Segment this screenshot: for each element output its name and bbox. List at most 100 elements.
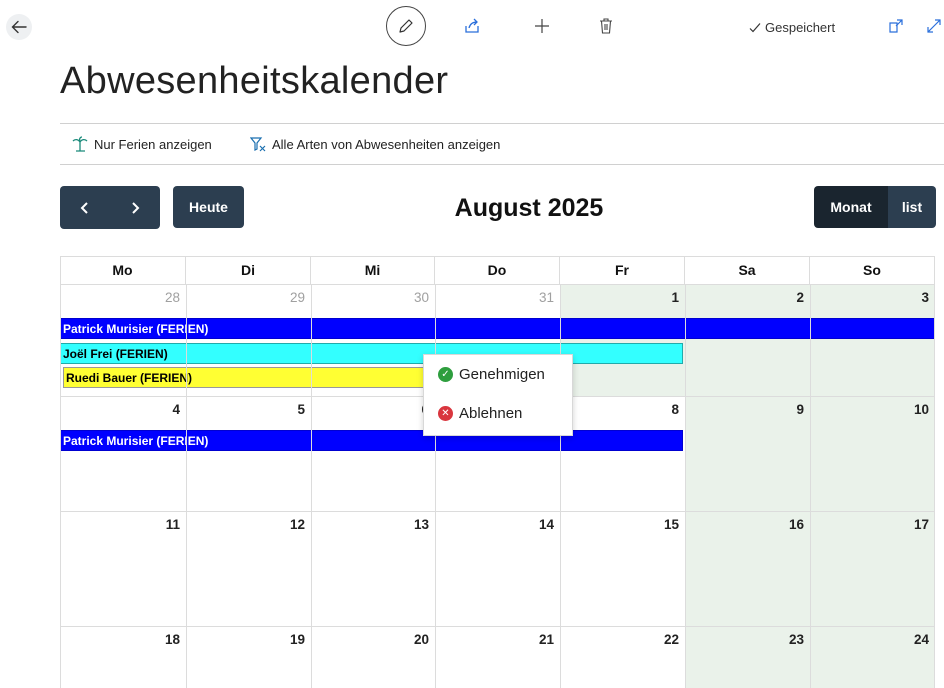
chevron-right-icon [132, 201, 140, 214]
day-cell[interactable]: 23 [685, 627, 810, 688]
day-cell[interactable]: 20 [311, 627, 435, 688]
day-number: 24 [913, 632, 929, 647]
reject-label: Ablehnen [459, 405, 523, 422]
weekday-header-mi: Mi [311, 256, 435, 284]
plus-icon [535, 19, 549, 33]
chevron-left-icon [80, 201, 88, 214]
day-number: 14 [538, 517, 554, 532]
day-cell[interactable]: 22 [560, 627, 685, 688]
day-cell-today[interactable]: 1 [560, 285, 685, 396]
day-number: 21 [538, 632, 554, 647]
day-cell[interactable]: 17 [810, 512, 935, 626]
weekday-header-fr: Fr [560, 256, 685, 284]
day-cell[interactable]: 15 [560, 512, 685, 626]
page-title: Abwesenheitskalender [60, 60, 449, 102]
day-cell[interactable]: 14 [435, 512, 560, 626]
day-number: 18 [164, 632, 180, 647]
day-cell[interactable]: 8 [560, 397, 685, 511]
saved-label: Gespeichert [765, 20, 836, 35]
day-cell[interactable]: 24 [810, 627, 935, 688]
weekday-header-sa: Sa [685, 256, 810, 284]
weekday-header-di: Di [186, 256, 311, 284]
day-cell[interactable]: 18 [60, 627, 186, 688]
list-view-button[interactable]: list [888, 186, 936, 228]
day-number: 29 [289, 290, 305, 305]
day-number: 13 [413, 517, 429, 532]
day-number: 2 [796, 290, 804, 305]
day-number: 3 [921, 290, 929, 305]
day-cell[interactable]: 2 [685, 285, 810, 396]
approve-menu-item[interactable]: ✓ Genehmigen [438, 366, 545, 383]
trash-icon [600, 18, 612, 34]
day-cell[interactable]: 5 [186, 397, 311, 511]
event-bar[interactable]: Patrick Murisier (FERIEN) [60, 430, 683, 451]
day-number: 31 [538, 290, 554, 305]
day-number: 9 [796, 402, 804, 417]
day-number: 1 [671, 290, 679, 305]
only-holidays-label: Nur Ferien anzeigen [94, 136, 212, 152]
saved-status: Gespeichert [748, 20, 835, 35]
day-cell[interactable]: 21 [435, 627, 560, 688]
reject-menu-item[interactable]: ✕ Ablehnen [438, 405, 522, 422]
week-row-3: 11 12 13 14 15 16 17 [60, 512, 935, 626]
day-cell[interactable]: 9 [685, 397, 810, 511]
calendar-title: August 2025 [454, 194, 604, 222]
weekday-header-so: So [810, 256, 935, 284]
pencil-icon [399, 19, 413, 33]
week-row-4: 18 19 20 21 22 23 24 [60, 627, 935, 688]
month-view-button[interactable]: Monat [814, 186, 888, 228]
arrow-left-icon [11, 20, 27, 34]
day-number: 16 [788, 517, 804, 532]
event-bar[interactable]: Ruedi Bauer (FERIEN) [63, 367, 435, 388]
day-number: 23 [788, 632, 804, 647]
all-absence-types-label: Alle Arten von Abwesenheiten anzeigen [272, 136, 501, 152]
day-number: 10 [913, 402, 929, 417]
share-icon [465, 18, 479, 33]
day-cell[interactable]: 13 [311, 512, 435, 626]
expand-button[interactable] [922, 14, 944, 38]
day-number: 15 [663, 517, 679, 532]
expand-icon [927, 19, 941, 33]
share-button[interactable] [460, 14, 484, 38]
day-number: 8 [671, 402, 679, 417]
day-cell[interactable]: 4 [60, 397, 186, 511]
day-number: 5 [297, 402, 305, 417]
approve-label: Genehmigen [459, 366, 545, 383]
clear-filter-icon [250, 137, 266, 152]
day-number: 11 [165, 517, 180, 532]
day-cell[interactable]: 6 [311, 397, 435, 511]
day-cell[interactable]: 19 [186, 627, 311, 688]
check-icon [749, 22, 761, 32]
new-button[interactable] [530, 14, 554, 38]
today-button[interactable]: Heute [173, 186, 244, 228]
next-month-button[interactable] [110, 186, 160, 229]
event-bar[interactable]: Patrick Murisier (FERIEN) [60, 318, 935, 339]
divider-bottom [60, 164, 944, 165]
day-number: 17 [913, 517, 929, 532]
palm-tree-icon [72, 136, 88, 152]
prev-month-button[interactable] [60, 186, 110, 229]
day-number: 22 [663, 632, 679, 647]
day-number: 19 [289, 632, 305, 647]
calendar-grid: Mo Di Mi Do Fr Sa So 28 29 30 31 1 2 3 P… [60, 256, 935, 688]
day-cell[interactable]: 12 [186, 512, 311, 626]
open-new-window-button[interactable] [884, 14, 908, 38]
open-in-new-icon [889, 19, 903, 33]
day-number: 30 [413, 290, 429, 305]
x-circle-icon: ✕ [438, 406, 453, 421]
edit-button[interactable] [386, 6, 426, 46]
day-cell[interactable]: 16 [685, 512, 810, 626]
delete-button[interactable] [594, 14, 618, 38]
back-button[interactable] [6, 14, 32, 40]
event-bar[interactable]: Joël Frei (FERIEN) [60, 343, 683, 364]
calendar-nav-group [60, 186, 160, 229]
day-cell[interactable]: 3 [810, 285, 935, 396]
day-cell[interactable]: 11 [60, 512, 186, 626]
weekday-header-mo: Mo [60, 256, 186, 284]
event-context-menu: ✓ Genehmigen ✕ Ablehnen [423, 354, 573, 436]
day-cell[interactable]: 10 [810, 397, 935, 511]
weekday-header-do: Do [435, 256, 560, 284]
only-holidays-action[interactable]: Nur Ferien anzeigen [72, 136, 212, 152]
all-absence-types-action[interactable]: Alle Arten von Abwesenheiten anzeigen [250, 136, 500, 152]
day-number: 28 [164, 290, 180, 305]
